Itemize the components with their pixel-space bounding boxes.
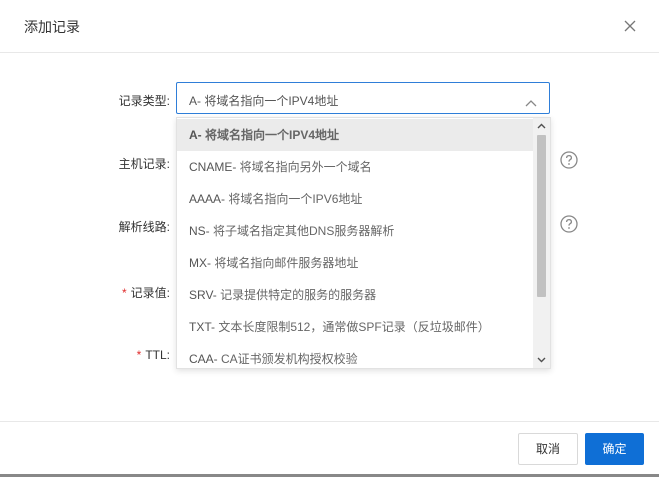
required-mark: * xyxy=(121,286,127,300)
dropdown-option-caa[interactable]: CAA- CA证书颁发机构授权校验 xyxy=(177,343,533,368)
option-code: NS- xyxy=(189,224,210,238)
option-code: A- xyxy=(189,128,202,142)
dialog-title: 添加记录 xyxy=(24,19,80,35)
option-desc: 将域名指向另外一个域名 xyxy=(236,160,372,174)
chevron-up-icon[interactable] xyxy=(525,94,537,112)
resolution-line-label: 解析线路: xyxy=(118,220,170,234)
dropdown-option-mx[interactable]: MX- 将域名指向邮件服务器地址 xyxy=(177,247,533,279)
host-record-label: 主机记录: xyxy=(118,157,170,171)
record-value-label-text: 记录值: xyxy=(130,286,170,300)
option-code: TXT- xyxy=(189,320,215,334)
record-type-select[interactable]: A- 将域名指向一个IPV4地址 xyxy=(176,82,550,114)
scroll-down-arrow-icon[interactable] xyxy=(533,352,550,368)
option-code: MX- xyxy=(189,256,211,270)
ttl-label-text: TTL: xyxy=(145,348,170,362)
option-desc: 记录提供特定的服务的服务器 xyxy=(216,288,377,302)
dropdown-option-srv[interactable]: SRV- 记录提供特定的服务的服务器 xyxy=(177,279,533,311)
record-value-label: * 记录值: xyxy=(80,284,170,301)
required-mark: * xyxy=(136,348,142,362)
dropdown-option-txt[interactable]: TXT- 文本长度限制512，通常做SPF记录（反垃圾邮件） xyxy=(177,311,533,343)
dropdown-option-cname[interactable]: CNAME- 将域名指向另外一个域名 xyxy=(177,151,533,183)
dropdown-option-aaaa[interactable]: AAAA- 将域名指向一个IPV6地址 xyxy=(177,183,533,215)
dialog-footer: 取消 确定 xyxy=(0,421,659,477)
dialog-header: 添加记录 xyxy=(0,0,659,53)
option-code: CNAME- xyxy=(189,160,237,174)
cancel-button[interactable]: 取消 xyxy=(518,433,578,465)
option-desc: 文本长度限制512，通常做SPF记录（反垃圾邮件） xyxy=(215,320,490,334)
option-code: AAAA- xyxy=(189,192,226,206)
option-desc: CA证书颁发机构授权校验 xyxy=(217,352,358,366)
scroll-up-arrow-icon[interactable] xyxy=(533,118,550,134)
option-desc: 将域名指向一个IPV4地址 xyxy=(201,128,340,142)
add-record-dialog: 添加记录 记录类型: 主机记录: 解析线路: * 记录值: * TTL: A- 将域… xyxy=(0,0,659,477)
dropdown-scrollbar[interactable] xyxy=(533,118,550,368)
close-icon[interactable] xyxy=(623,19,637,33)
record-type-label: 记录类型: xyxy=(118,94,170,108)
option-desc: 将域名指向邮件服务器地址 xyxy=(211,256,359,270)
option-desc: 将子域名指定其他DNS服务器解析 xyxy=(209,224,395,238)
question-circle-icon[interactable] xyxy=(560,215,578,233)
dropdown-option-a[interactable]: A- 将域名指向一个IPV4地址 xyxy=(177,119,533,151)
record-type-dropdown: A- 将域名指向一个IPV4地址 CNAME- 将域名指向另外一个域名 AAAA… xyxy=(176,117,551,369)
option-code: CAA- xyxy=(189,352,218,366)
confirm-button[interactable]: 确定 xyxy=(585,433,644,465)
question-circle-icon[interactable] xyxy=(560,151,578,169)
record-type-selected-value: A- 将域名指向一个IPV4地址 xyxy=(189,94,339,108)
dropdown-option-ns[interactable]: NS- 将子域名指定其他DNS服务器解析 xyxy=(177,215,533,247)
ttl-label: * TTL: xyxy=(80,348,170,362)
option-desc: 将域名指向一个IPV6地址 xyxy=(225,192,363,206)
scrollbar-thumb[interactable] xyxy=(537,135,546,297)
option-code: SRV- xyxy=(189,288,217,302)
